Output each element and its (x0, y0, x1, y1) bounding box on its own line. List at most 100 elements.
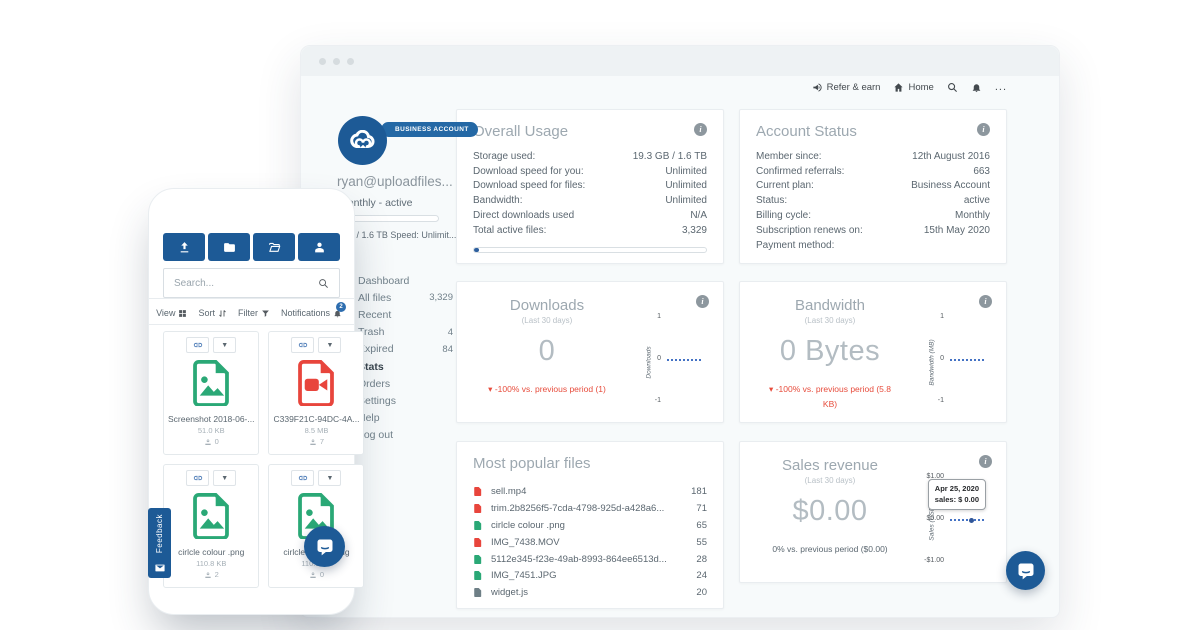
popular-files-panel: Most popular files sell.mp4181 trim.2b82… (456, 441, 724, 609)
phone-toolbar: View Sort Filter Notifications 2 (163, 303, 342, 323)
panel-period: (Last 30 days) (756, 476, 904, 485)
folder-open-icon (268, 241, 281, 254)
phone-action-bar (163, 233, 340, 261)
caret-down-icon: ▼ (327, 342, 334, 349)
sidebar-item-orders[interactable]: Orders (358, 375, 453, 392)
file-menu-button[interactable]: ▼ (213, 470, 236, 486)
notifications-control[interactable]: Notifications 2 (281, 308, 342, 318)
downloads-value: 0 (473, 335, 621, 368)
bandwidth-panel: i Bandwidth (Last 30 days) 0 Bytes ▾ -10… (739, 281, 1007, 423)
panel-title: Overall Usage (473, 123, 568, 140)
search-icon[interactable] (318, 278, 329, 289)
sales-chart: Sales (USD) $1.00 $0.00 -$1.00 Apr 25, 2… (918, 473, 988, 565)
sidebar-item-trash[interactable]: Trash4 (358, 324, 453, 341)
download-icon (204, 438, 212, 446)
upload-button[interactable] (163, 233, 205, 261)
folder-icon (223, 241, 236, 254)
divider (149, 324, 354, 325)
file-card[interactable]: ▼ C339F21C-94DC-4A... 8.5 MB 7 (268, 331, 364, 455)
more-menu[interactable]: ... (995, 81, 1007, 93)
sidebar-item-settings[interactable]: Settings (358, 392, 453, 409)
sidebar-item-dashboard[interactable]: Dashboard (358, 272, 453, 289)
caret-down-icon: ▾ (488, 384, 492, 394)
sort-control[interactable]: Sort (198, 308, 227, 318)
file-row[interactable]: widget.js20 (473, 584, 707, 601)
download-icon (309, 438, 317, 446)
copy-link-button[interactable] (186, 470, 209, 486)
copy-link-button[interactable] (291, 470, 314, 486)
refer-earn-link[interactable]: Refer & earn (812, 82, 881, 93)
popular-files-list: sell.mp4181 trim.2b8256f5-7cda-4798-925d… (473, 483, 707, 601)
image-file-icon (473, 570, 482, 581)
file-row[interactable]: cirlcle colour .png65 (473, 517, 707, 534)
brand-logo (338, 116, 387, 165)
link-icon (298, 340, 308, 350)
chat-launcher-desktop[interactable] (1006, 551, 1045, 590)
folder-button[interactable] (208, 233, 250, 261)
sidebar-menu: Dashboard All files3,329 Recent Trash4 E… (358, 272, 453, 444)
filter-funnel-icon (261, 309, 270, 318)
upload-icon (178, 241, 191, 254)
uploadfiles-logo-icon (338, 116, 387, 165)
file-card[interactable]: ▼ cirlcle colour .png 110.8 KB 2 (163, 464, 259, 588)
home-link[interactable]: Home (893, 82, 933, 93)
view-toggle[interactable]: View (156, 308, 187, 318)
downloads-panel: i Downloads (Last 30 days) 0 ▾ -100% vs.… (456, 281, 724, 423)
search-input[interactable] (164, 278, 318, 289)
file-row[interactable]: 5112e345-f23e-49ab-8993-864ee6513d...28 (473, 551, 707, 568)
copy-link-button[interactable] (186, 337, 209, 353)
phone-search-bar (163, 268, 340, 298)
expired-count: 84 (442, 344, 453, 355)
window-control-dot[interactable] (333, 58, 340, 65)
file-size: 110.8 KB (164, 559, 258, 568)
flat-line-series (950, 519, 984, 521)
panel-period: (Last 30 days) (473, 316, 621, 325)
flat-line-series (950, 359, 984, 361)
feedback-label: Feedback (155, 514, 164, 553)
video-file-icon (473, 503, 482, 514)
download-count: 7 (269, 437, 363, 446)
filter-control[interactable]: Filter (238, 308, 270, 318)
account-button[interactable] (298, 233, 340, 261)
image-file-icon (473, 520, 482, 531)
info-icon[interactable]: i (694, 123, 707, 136)
download-icon (204, 571, 212, 579)
file-menu-button[interactable]: ▼ (318, 470, 341, 486)
file-row[interactable]: sell.mp4181 (473, 483, 707, 500)
sidebar-item-logout[interactable]: Log out (358, 427, 453, 444)
storage-used-value: 19.3 GB / 1.6 TB (633, 151, 707, 162)
copy-link-button[interactable] (291, 337, 314, 353)
bandwidth-chart: Bandwidth (MB) 1 0 -1 (918, 313, 988, 405)
sales-value: $0.00 (756, 495, 904, 528)
file-row[interactable]: IMG_7451.JPG24 (473, 567, 707, 584)
window-control-dot[interactable] (347, 58, 354, 65)
usage-summary: GB / 1.6 TB Speed: Unlimit... (341, 230, 456, 240)
file-row[interactable]: IMG_7438.MOV55 (473, 534, 707, 551)
image-file-icon (191, 359, 231, 406)
sidebar-item-help[interactable]: Help (358, 410, 453, 427)
info-icon[interactable]: i (977, 123, 990, 136)
link-icon (193, 340, 203, 350)
sidebar-item-all-files[interactable]: All files3,329 (358, 289, 453, 306)
sidebar-item-recent[interactable]: Recent (358, 306, 453, 323)
panel-title: Downloads (473, 297, 621, 314)
panel-title: Bandwidth (756, 297, 904, 314)
sidebar-item-expired[interactable]: Expired84 (358, 341, 453, 358)
file-menu-button[interactable]: ▼ (213, 337, 236, 353)
download-count: 2 (164, 570, 258, 579)
file-card[interactable]: ▼ Screenshot 2018-06-... 51.0 KB 0 (163, 331, 259, 455)
bell-icon[interactable] (971, 82, 982, 93)
chat-launcher-phone[interactable] (304, 526, 345, 567)
search-icon[interactable] (947, 82, 958, 93)
panel-title: Account Status (756, 123, 857, 140)
folder-open-button[interactable] (253, 233, 295, 261)
file-row[interactable]: trim.2b8256f5-7cda-4798-925d-a428a6...71 (473, 500, 707, 517)
file-menu-button[interactable]: ▼ (318, 337, 341, 353)
file-card[interactable]: ▼ cirlcle colour .png 110.8 KB 0 (268, 464, 364, 588)
caret-down-icon: ▼ (221, 342, 228, 349)
feedback-tab[interactable]: Feedback (148, 508, 171, 578)
video-file-icon (473, 537, 482, 548)
sidebar-item-stats[interactable]: Stats (358, 358, 453, 375)
window-control-dot[interactable] (319, 58, 326, 65)
screenshot-root: Refer & earn Home ... BUSINESS ACCOUNT r… (0, 0, 1200, 630)
